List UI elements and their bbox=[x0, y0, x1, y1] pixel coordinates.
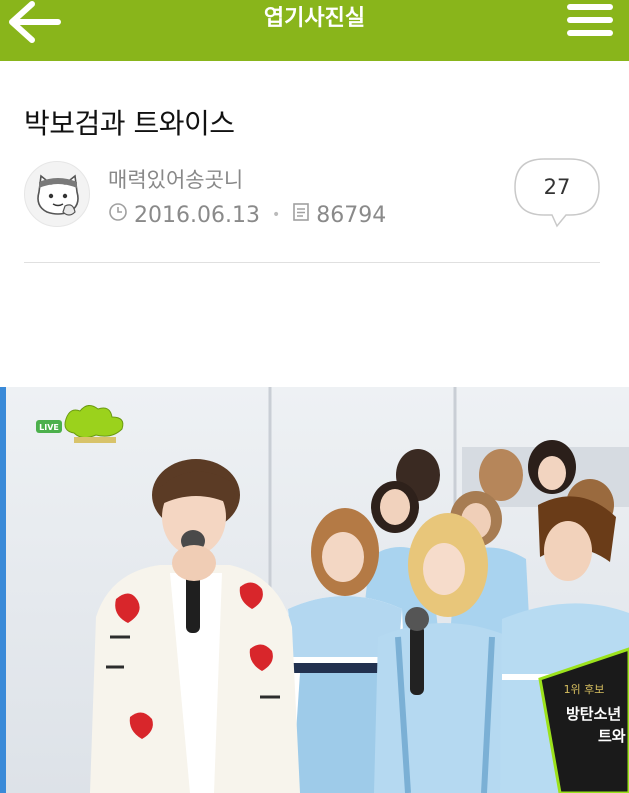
author-name[interactable]: 매력있어송곳니 bbox=[108, 164, 243, 194]
menu-button[interactable] bbox=[567, 2, 615, 38]
overlay-line1: 방탄소년 bbox=[566, 705, 621, 723]
post-date: 2016.06.13 bbox=[134, 202, 260, 228]
live-badge: LIVE bbox=[39, 423, 59, 432]
overlay-tag: 1위 후보 bbox=[564, 683, 605, 696]
divider bbox=[24, 262, 600, 263]
post-image[interactable]: LIVE 1위 후보 방탄소년 트와 bbox=[0, 387, 629, 793]
meta-separator: • bbox=[271, 207, 281, 223]
avatar[interactable] bbox=[24, 161, 90, 227]
clock-icon bbox=[108, 202, 128, 228]
comment-count: 27 bbox=[543, 175, 571, 199]
comment-count-button[interactable]: 27 bbox=[514, 158, 600, 228]
overlay-line2: 트와 bbox=[598, 727, 626, 745]
board-title[interactable]: 엽기사진실 bbox=[0, 2, 629, 36]
document-icon bbox=[292, 202, 310, 228]
post-meta: 2016.06.13 • 86794 bbox=[108, 200, 386, 230]
post-title: 박보검과 트와이스 bbox=[24, 107, 235, 140]
top-app-bar: 엽기사진실 bbox=[0, 0, 629, 61]
view-count: 86794 bbox=[316, 202, 387, 228]
hamburger-menu-icon bbox=[567, 4, 613, 10]
cat-avatar-icon bbox=[37, 174, 79, 216]
